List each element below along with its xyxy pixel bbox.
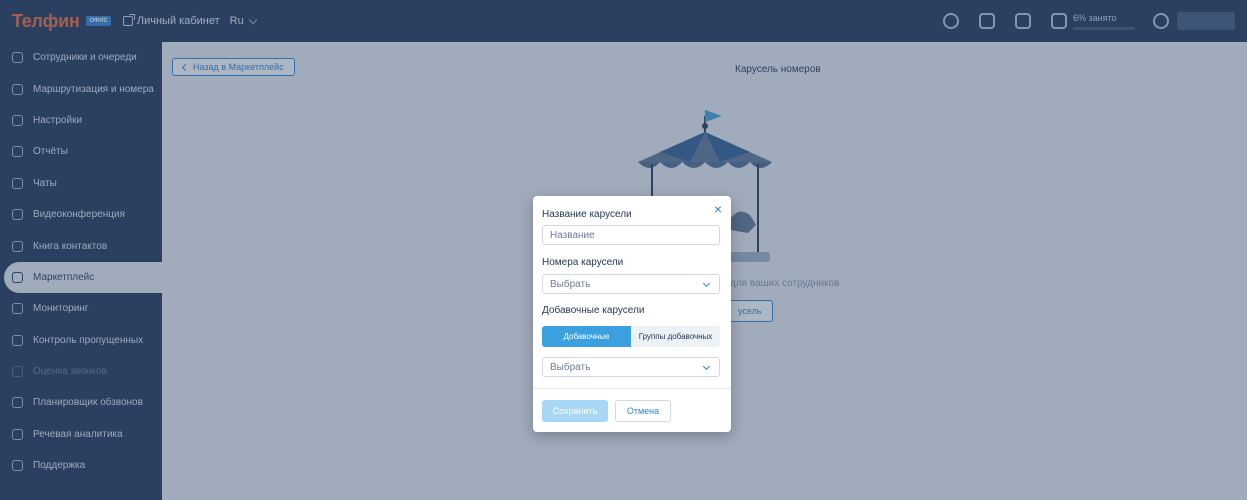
- extension-carousels-label: Добавочные карусели: [542, 305, 645, 316]
- modal-divider: [533, 388, 731, 389]
- extensions-segmented-control: Добавочные Группы добавочных: [542, 326, 720, 347]
- extensions-select[interactable]: Выбрать: [542, 357, 720, 377]
- extensions-select-value: Выбрать: [550, 361, 591, 373]
- close-icon[interactable]: ×: [714, 202, 722, 216]
- create-carousel-modal: × Название карусели Название Номера кару…: [533, 196, 731, 432]
- carousel-numbers-value: Выбрать: [550, 278, 591, 290]
- cancel-button[interactable]: Отмена: [615, 400, 671, 422]
- carousel-name-placeholder: Название: [550, 229, 595, 241]
- carousel-name-label: Название карусели: [542, 209, 632, 220]
- carousel-numbers-select[interactable]: Выбрать: [542, 274, 720, 294]
- carousel-name-input[interactable]: Название: [542, 225, 720, 245]
- tab-extension-groups[interactable]: Группы добавочных: [631, 326, 720, 347]
- carousel-numbers-label: Номера карусели: [542, 257, 624, 268]
- tab-extensions[interactable]: Добавочные: [542, 326, 631, 347]
- chevron-down-icon: [702, 362, 711, 371]
- save-button[interactable]: Сохранить: [542, 400, 608, 422]
- chevron-down-icon: [702, 279, 711, 288]
